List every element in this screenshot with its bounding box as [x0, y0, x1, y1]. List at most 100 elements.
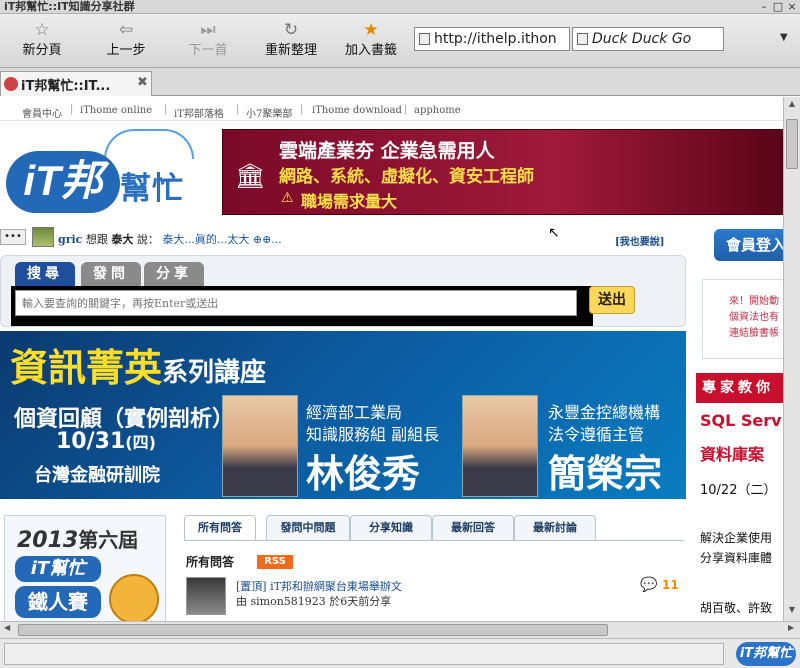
- speaker-1-role: 知識服務組 副組長: [306, 425, 440, 444]
- status-field: [4, 643, 724, 665]
- job-ad-banner[interactable]: 🏛 雲端產業夯 企業急需用人 網路、系統、虛擬化、資安工程師 ⚠ 職場需求量大: [222, 129, 783, 215]
- new-tab-button[interactable]: ☆ 新分頁: [20, 18, 64, 66]
- shoutbox-line: ••• gric 想跟 泰大 說： 泰大...眞的...太大 ⊕⊕... [我也…: [0, 227, 690, 249]
- back-button[interactable]: ⇦ 上一步: [102, 18, 150, 66]
- scroll-down-icon[interactable]: ▼: [786, 605, 798, 614]
- bookmark-button[interactable]: ★ 加入書籤: [340, 18, 402, 66]
- toolbar-dropdown-icon[interactable]: ▼: [780, 32, 788, 43]
- tab-label: iT邦幫忙::IT...: [21, 79, 111, 94]
- question-title[interactable]: [置頂] iT邦和辦網聚台東場舉辦文: [236, 578, 402, 594]
- new-tab-icon: ☆: [34, 20, 50, 40]
- scroll-right-icon[interactable]: ▶: [788, 623, 794, 632]
- bookmark-icon: ★: [363, 20, 379, 40]
- lecture-title-suffix: 系列講座: [162, 358, 267, 388]
- logo-subtitle: 幫忙: [120, 171, 184, 207]
- site-logo[interactable]: iT邦 幫忙: [4, 125, 204, 215]
- speaker-2-org: 永豐金控總機構: [548, 403, 661, 422]
- course-date: 10/22（二）: [700, 483, 777, 498]
- window-titlebar: iT邦幫忙::IT知識分享社群 – □ ×: [0, 0, 800, 14]
- browser-toolbar: ☆ 新分頁 ⇦ 上一步 ⏭ 下一首 ↻ 重新整理 ★ 加入書籤 http://i…: [0, 14, 800, 68]
- url-bar[interactable]: http://ithelp.ithon: [414, 27, 570, 51]
- back-arrow-icon: ⇦: [118, 20, 134, 40]
- lecture-banner[interactable]: 資訊菁英系列講座 個資回顧（實例剖析） 10/31(四) 台灣金融研訓院 經濟部…: [0, 331, 686, 499]
- promo-line-1[interactable]: 來！開始動: [729, 292, 779, 307]
- status-bar: iT邦幫忙: [0, 638, 800, 668]
- tab-share[interactable]: 分享: [144, 262, 204, 286]
- qtab-latest-discussions[interactable]: 最新討論: [514, 515, 596, 541]
- course-title-1[interactable]: SQL Serv: [700, 411, 782, 430]
- nav-ithome-online[interactable]: iThome online: [80, 105, 152, 116]
- tab-ithelp[interactable]: iT邦幫忙::IT... ✖: [0, 71, 152, 96]
- mouse-cursor-icon: ↖: [548, 225, 560, 241]
- site-top-nav: 會員中心 | iThome online | iT邦部落格 | 小7聚樂部 | …: [0, 101, 783, 121]
- mascot-icon: [109, 574, 159, 621]
- tab-close-icon[interactable]: ✖: [137, 75, 148, 90]
- search-submit-button[interactable]: 送出: [589, 286, 635, 314]
- reload-button[interactable]: ↻ 重新整理: [260, 18, 322, 66]
- forward-button[interactable]: ⏭ 下一首: [184, 18, 232, 66]
- qtab-open[interactable]: 發問中問題: [266, 515, 350, 541]
- nav-ithome-download[interactable]: iThome download: [312, 105, 402, 116]
- expert-bar: 專家教你: [696, 373, 783, 403]
- shout-message: 泰大...眞的...太大 ⊕⊕...: [162, 233, 282, 246]
- search-panel: 搜尋 發問 分享 送出: [0, 255, 686, 327]
- maximize-button[interactable]: □: [772, 1, 784, 13]
- qtab-latest-answers[interactable]: 最新回答: [432, 515, 514, 541]
- page-favicon-icon: [419, 33, 430, 45]
- lecture-weekday: (四): [125, 433, 156, 452]
- web-search-placeholder: Duck Duck Go: [592, 31, 692, 47]
- document-icon: [577, 33, 588, 45]
- promo-line-3[interactable]: 連結臉書帳: [729, 324, 779, 339]
- scroll-up-icon[interactable]: ▲: [786, 99, 798, 108]
- window-title: iT邦幫忙::IT知識分享社群: [4, 0, 135, 13]
- forward-label: 下一首: [188, 43, 228, 58]
- web-search-bar[interactable]: Duck Duck Go: [572, 27, 724, 51]
- nav-apphome[interactable]: apphome: [414, 105, 461, 116]
- promo-line-2[interactable]: 個資法也有: [729, 308, 779, 323]
- url-text: http://ithelp.ithon: [434, 31, 557, 47]
- comment-bubble-icon: 💬: [640, 577, 658, 593]
- more-icon[interactable]: •••: [0, 229, 26, 245]
- course-title-2[interactable]: 資料庫案: [700, 441, 764, 465]
- shout-target[interactable]: 泰大: [111, 233, 133, 246]
- ironman-contest-banner[interactable]: 2013第六屆 iT幫忙 鐵人賽: [4, 515, 166, 621]
- horizontal-scroll-thumb[interactable]: [18, 624, 608, 636]
- tab-favicon-icon: [4, 77, 18, 91]
- close-window-button[interactable]: ×: [786, 1, 798, 13]
- horizontal-scrollbar[interactable]: ◀ ▶: [0, 621, 800, 638]
- ad-roles: 網路、系統、虛擬化、資安工程師: [279, 167, 534, 187]
- back-label: 上一步: [106, 43, 146, 58]
- reload-icon: ↻: [283, 20, 299, 40]
- nav-member-center[interactable]: 會員中心: [22, 105, 62, 120]
- vertical-scroll-thumb[interactable]: [786, 119, 798, 169]
- speaker-2-name: 簡榮宗: [548, 452, 663, 496]
- login-button[interactable]: 會員登入: [714, 229, 783, 261]
- building-icon: 🏛: [235, 162, 266, 190]
- shout-user[interactable]: gric: [58, 233, 82, 246]
- qtab-share[interactable]: 分享知識: [350, 515, 432, 541]
- logo-mark: iT邦: [6, 151, 120, 213]
- lecture-date: 10/31: [56, 429, 126, 454]
- avatar[interactable]: [186, 577, 226, 615]
- vertical-scrollbar[interactable]: ▲ ▼: [783, 97, 800, 621]
- nav-7-club[interactable]: 小7聚樂部: [246, 105, 292, 120]
- search-input[interactable]: [15, 290, 577, 316]
- tab-ask[interactable]: 發問: [81, 262, 141, 286]
- promo-box: 來！開始動 個資法也有 連結臉書帳: [702, 279, 783, 359]
- course-speakers: 胡百敬、許致: [700, 601, 773, 615]
- people-icon: [104, 129, 194, 159]
- qtab-all[interactable]: 所有問答: [184, 515, 256, 541]
- minimize-button[interactable]: –: [758, 1, 770, 13]
- warning-icon: ⚠: [281, 190, 294, 206]
- post-shout-link[interactable]: [我也要說]: [615, 233, 664, 248]
- lecture-venue: 台灣金融研訓院: [34, 465, 160, 486]
- ad-headline: 雲端產業夯 企業急需用人: [279, 140, 495, 162]
- rss-badge[interactable]: RSS: [257, 555, 293, 569]
- forward-arrow-icon: ⏭: [200, 20, 216, 40]
- tab-search[interactable]: 搜尋: [15, 262, 75, 286]
- bookmark-label: 加入書籤: [344, 43, 397, 58]
- nav-it-blog[interactable]: iT邦部落格: [174, 105, 224, 120]
- speaker-1-name: 林俊秀: [306, 452, 421, 496]
- scroll-left-icon[interactable]: ◀: [4, 623, 10, 632]
- reload-label: 重新整理: [264, 43, 317, 58]
